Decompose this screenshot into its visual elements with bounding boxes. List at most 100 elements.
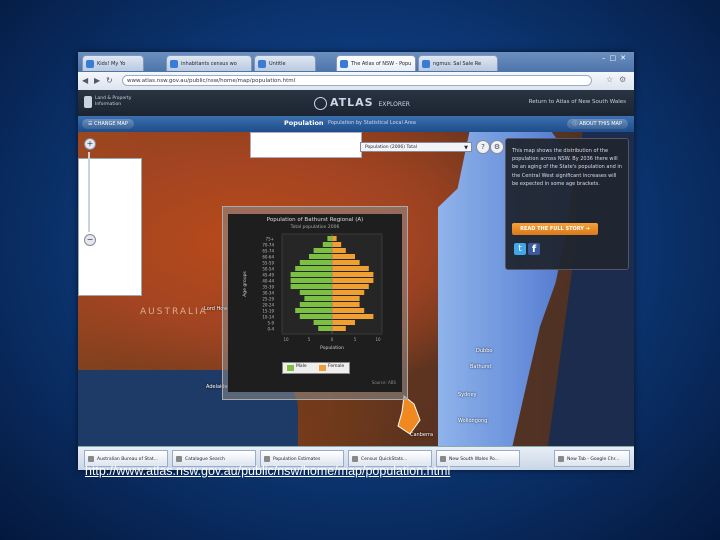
map-title: Population [284, 119, 324, 127]
browser-tab-active[interactable]: The Atlas of NSW - Popu [336, 55, 416, 71]
selected-area-shape[interactable] [396, 394, 422, 436]
legend-label-female: Female [328, 364, 345, 369]
tab-label: ngmus: Sal Sale Re [433, 61, 482, 67]
about-map-button[interactable]: ⓘ ABOUT THIS MAP [566, 119, 628, 129]
about-map-label: ABOUT THIS MAP [579, 121, 622, 127]
browser-tab[interactable]: Kids! My Yo [82, 55, 144, 71]
y-tick-label: 45-49 [262, 273, 274, 278]
app-icon [88, 456, 94, 462]
bar-female [332, 260, 360, 265]
wrench-icon[interactable]: ⚙ [619, 75, 626, 84]
org-name: Land & Property Information [95, 96, 132, 107]
browser-tab-strip: Kids! My Yo inhabitants census wo Untitl… [78, 52, 634, 72]
x-axis-label: Population [320, 345, 344, 351]
forward-arrow-icon[interactable]: ▶ [94, 76, 100, 85]
address-bar-row: ◀ ▶ ↻ www.atlas.nsw.gov.au/public/nsw/ho… [78, 72, 634, 91]
x-tick-label: 10 [375, 337, 381, 342]
favicon-icon [86, 60, 94, 68]
y-tick-label: 15-19 [262, 309, 274, 314]
chart-footnote: Source: ABS [371, 380, 396, 385]
bar-male [290, 278, 332, 283]
zoom-control[interactable]: + − [82, 138, 96, 248]
change-map-button[interactable]: ☰ CHANGE MAP [82, 119, 134, 129]
bar-female [332, 302, 360, 307]
y-tick-label: 20-24 [262, 303, 274, 308]
browser-tab[interactable]: Untitle [254, 55, 316, 71]
bar-male [304, 296, 332, 301]
favicon-icon [258, 60, 266, 68]
map-toolbar: ☰ CHANGE MAP Population Population by St… [78, 116, 634, 132]
atlas-header: Land & Property Information ATLAS EXPLOR… [78, 90, 634, 116]
map-label-wollongong: Wollongong [458, 418, 488, 424]
info-text: This map shows the distribution of the p… [512, 148, 622, 187]
australia-label: AUSTRALIA [140, 307, 208, 317]
logo-main: ATLAS [330, 96, 374, 109]
map-label-sydney: Sydney [458, 392, 477, 398]
bar-female [332, 236, 337, 241]
legend-swatch-male [287, 365, 294, 371]
tab-label: inhabitants census wo [181, 61, 237, 67]
zoom-in-icon[interactable]: + [84, 138, 96, 150]
y-tick-label: 40-44 [262, 279, 274, 284]
help-icon[interactable]: ? [476, 140, 490, 154]
reload-icon[interactable]: ↻ [106, 76, 113, 85]
favicon-icon [422, 60, 430, 68]
zoom-slider[interactable] [88, 152, 90, 232]
read-story-button[interactable]: READ THE FULL STORY ➜ [512, 223, 598, 235]
back-arrow-icon[interactable]: ◀ [82, 76, 88, 85]
bar-female [332, 242, 342, 247]
population-pyramid: 75+70-7465-7460-6455-5950-5445-4940-4435… [242, 233, 383, 351]
nsw-logo-icon [84, 96, 92, 108]
y-tick-label: 35-39 [262, 285, 274, 290]
tab-label: Untitle [269, 61, 286, 67]
bar-female [332, 326, 346, 331]
y-tick-label: 55-59 [262, 261, 274, 266]
favicon-icon [340, 60, 348, 68]
zoom-out-icon[interactable]: − [84, 234, 96, 246]
source-url-link[interactable]: http://www.atlas.nsw.gov.au/public/nsw/h… [85, 464, 450, 478]
bar-female [332, 254, 355, 259]
bar-female [332, 320, 355, 325]
legend-swatch-female [319, 365, 326, 371]
bar-female [332, 308, 365, 313]
taskbar-item[interactable]: New Tab - Google Chr... [554, 450, 630, 467]
chart-legend: Male Female [282, 362, 350, 374]
chevron-down-icon: ▼ [464, 145, 468, 151]
twitter-icon[interactable]: t [514, 243, 526, 255]
bookmark-star-icon[interactable]: ☆ [606, 75, 613, 84]
info-panel: This map shows the distribution of the p… [505, 138, 629, 270]
bar-female [332, 296, 360, 301]
x-tick-label: 5 [354, 337, 357, 342]
y-tick-label: 65-74 [262, 249, 274, 254]
logo-sub: EXPLORER [378, 101, 410, 108]
map-label-dubbo: Dubbo [476, 348, 493, 354]
y-tick-label: 5-9 [267, 321, 274, 326]
settings-icon[interactable]: ⚙ [490, 140, 504, 154]
browser-tab[interactable]: inhabitants census wo [166, 55, 252, 71]
bar-female [332, 314, 374, 319]
atlas-logo[interactable]: ATLAS EXPLORER [314, 96, 410, 110]
x-tick-label: 5 [308, 337, 311, 342]
chart-popup: Population of Bathurst Regional (A) Tota… [222, 206, 408, 400]
bar-female [332, 248, 346, 253]
y-tick-label: 60-64 [262, 255, 274, 260]
y-tick-label: 75+ [266, 237, 274, 242]
app-icon [176, 456, 182, 462]
map-label-bathurst: Bathurst [470, 364, 492, 370]
return-link[interactable]: Return to Atlas of New South Wales [529, 99, 626, 105]
url-input[interactable]: www.atlas.nsw.gov.au/public/nsw/home/map… [122, 75, 592, 86]
favicon-icon [170, 60, 178, 68]
atlas-globe-icon [314, 96, 327, 110]
browser-tab[interactable]: ngmus: Sal Sale Re [418, 55, 498, 71]
window-controls[interactable]: –□✕ [602, 54, 630, 62]
facebook-icon[interactable]: f [528, 243, 540, 255]
bar-male [322, 242, 332, 247]
chart-popup-inner: Population of Bathurst Regional (A) Tota… [228, 214, 402, 392]
bar-male [299, 260, 332, 265]
bar-male [313, 320, 332, 325]
app-icon [264, 456, 270, 462]
bar-male [299, 314, 332, 319]
taskbar-label: Australian Bureau of Stat... [97, 457, 158, 462]
story-label: READ THE FULL STORY [520, 226, 584, 232]
population-select[interactable]: Population (2006) Total ▼ [360, 142, 472, 152]
